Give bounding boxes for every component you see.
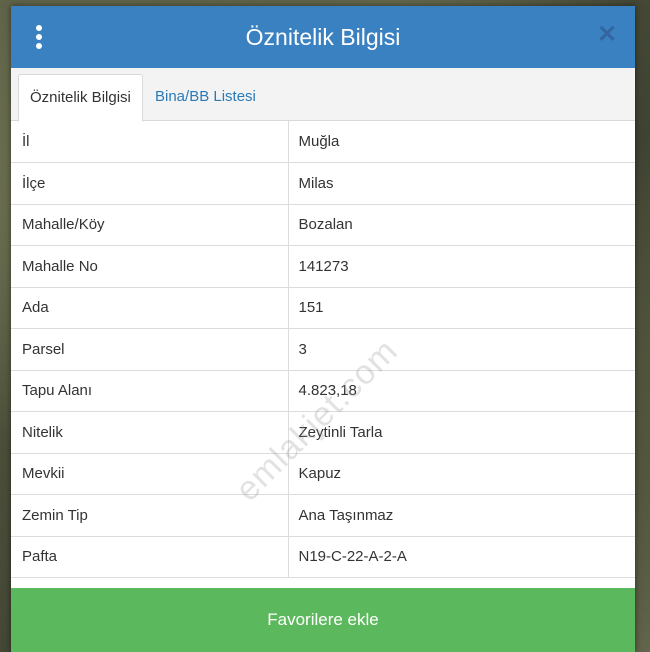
table-row: Parsel 3	[11, 328, 635, 371]
attribute-key: Tapu Alanı	[11, 370, 289, 412]
attribute-dialog: Öznitelik Bilgisi ✕ Öznitelik Bilgisi Bi…	[11, 6, 635, 652]
dialog-header: Öznitelik Bilgisi ✕	[11, 6, 635, 68]
attribute-key: İlçe	[11, 162, 289, 205]
attribute-key: Mahalle/Köy	[11, 204, 289, 246]
attribute-value: 151	[288, 287, 635, 329]
dialog-title: Öznitelik Bilgisi	[245, 23, 401, 50]
tab-building-list[interactable]: Bina/BB Listesi	[144, 74, 267, 120]
attribute-value: Bozalan	[288, 204, 635, 246]
attribute-key: Pafta	[11, 536, 289, 578]
close-icon[interactable]: ✕	[597, 23, 617, 47]
attribute-value: Zeytinli Tarla	[288, 411, 635, 454]
attribute-value: 3	[288, 328, 635, 371]
table-row: İl Muğla	[11, 121, 635, 163]
attribute-table: İl Muğla İlçe Milas Mahalle/Köy Bozalan Mahall…	[11, 121, 635, 578]
attribute-value: N19-C-22-A-2-A	[288, 536, 635, 578]
table-row: Tapu Alanı 4.823,18	[11, 370, 635, 412]
attribute-key: Zemin Tip	[11, 494, 289, 537]
attribute-key: İl	[11, 121, 289, 163]
tab-bar: Öznitelik Bilgisi Bina/BB Listesi	[11, 68, 635, 122]
table-row: Ada 151	[11, 287, 635, 329]
table-row: İlçe Milas	[11, 162, 635, 205]
add-to-favorites-button[interactable]: Favorilere ekle	[11, 588, 635, 652]
attribute-value: 4.823,18	[288, 370, 635, 412]
attribute-value: Kapuz	[288, 453, 635, 495]
table-row: Nitelik Zeytinli Tarla	[11, 411, 635, 454]
table-row: Mahalle/Köy Bozalan	[11, 204, 635, 246]
attribute-value: Milas	[288, 162, 635, 205]
attribute-value: Ana Taşınmaz	[288, 494, 635, 537]
table-row: Mevkii Kapuz	[11, 453, 635, 495]
attribute-key: Nitelik	[11, 411, 289, 454]
more-vertical-icon[interactable]	[35, 25, 43, 49]
attribute-value: Muğla	[288, 121, 635, 163]
attribute-key: Parsel	[11, 328, 289, 371]
attribute-key: Mahalle No	[11, 245, 289, 288]
table-row: Pafta N19-C-22-A-2-A	[11, 536, 635, 578]
table-row: Zemin Tip Ana Taşınmaz	[11, 494, 635, 537]
attribute-table-wrapper: İl Muğla İlçe Milas Mahalle/Köy Bozalan Mahall…	[11, 121, 635, 578]
attribute-value: 141273	[288, 245, 635, 288]
attribute-key: Mevkii	[11, 453, 289, 495]
tab-attribute-info[interactable]: Öznitelik Bilgisi	[18, 74, 143, 122]
table-row: Mahalle No 141273	[11, 245, 635, 288]
attribute-key: Ada	[11, 287, 289, 329]
